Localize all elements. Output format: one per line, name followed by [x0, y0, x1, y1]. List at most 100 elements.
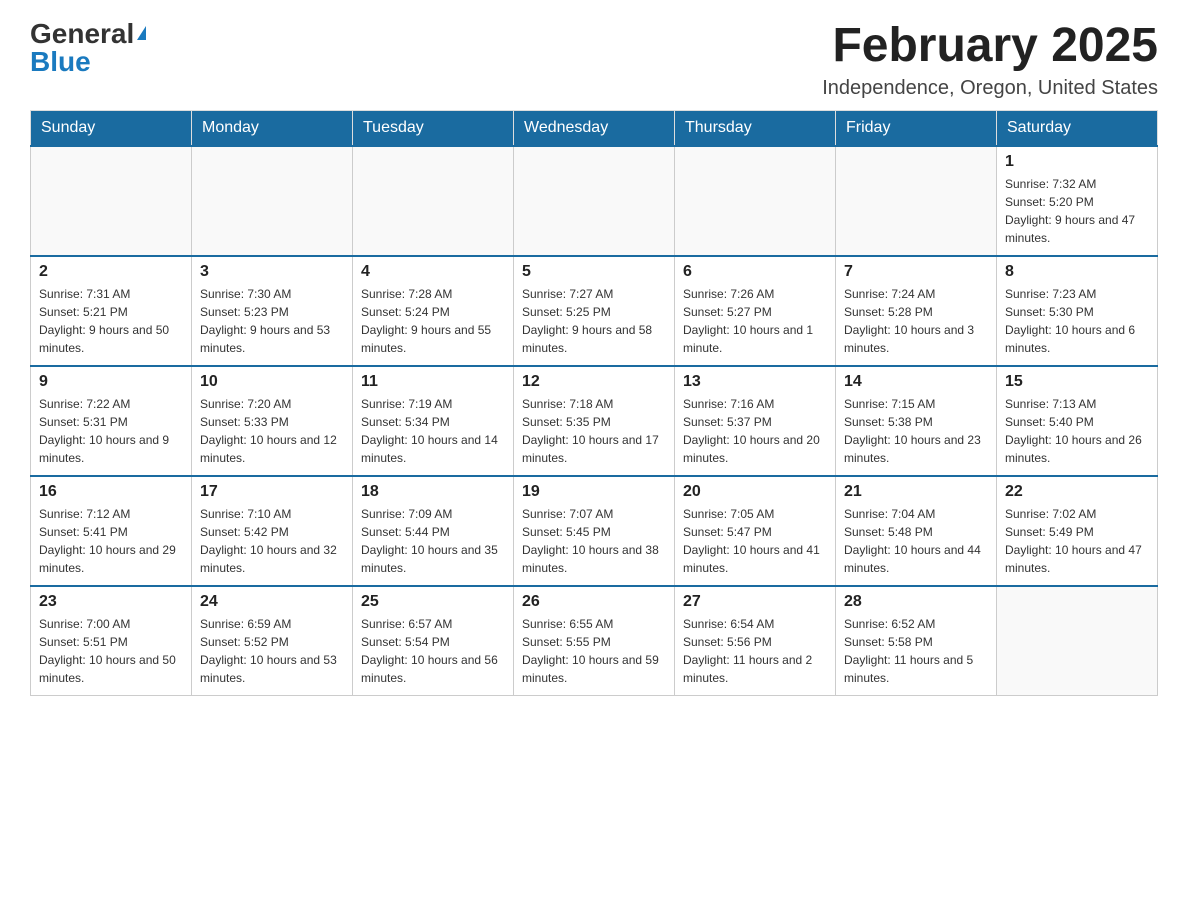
- day-number: 3: [200, 263, 344, 281]
- logo-blue: Blue: [30, 48, 91, 76]
- calendar-cell: 14 Sunrise: 7:15 AM Sunset: 5:38 PM Dayli…: [836, 366, 997, 476]
- day-info: Sunrise: 7:27 AM Sunset: 5:25 PM Dayligh…: [522, 285, 666, 357]
- title-section: February 2025 Independence, Oregon, Unit…: [822, 20, 1158, 100]
- calendar-cell: 24Sunrise: 6:59 AM Sunset: 5:52 PM Dayli…: [192, 586, 353, 696]
- day-number: 10: [200, 373, 344, 391]
- day-number: 22: [1005, 483, 1149, 501]
- day-number: 13: [683, 373, 827, 391]
- day-number: 27: [683, 593, 827, 611]
- calendar-cell: 4 Sunrise: 7:28 AM Sunset: 5:24 PM Daylig…: [353, 256, 514, 366]
- day-info: Sunrise: 7:28 AM Sunset: 5:24 PM Dayligh…: [361, 285, 505, 357]
- day-info: Sunrise: 7:24 AM Sunset: 5:28 PM Dayligh…: [844, 285, 988, 357]
- calendar-cell: 15 Sunrise: 7:13 AM Sunset: 5:40 PM Dayli…: [997, 366, 1158, 476]
- day-header-sunday: Sunday: [31, 110, 192, 146]
- day-number: 5: [522, 263, 666, 281]
- day-info: Sunrise: 7:07 AM Sunset: 5:45 PM Dayligh…: [522, 505, 666, 577]
- day-header-tuesday: Tuesday: [353, 110, 514, 146]
- calendar-cell: [836, 146, 997, 256]
- day-info: Sunrise: 7:09 AM Sunset: 5:44 PM Dayligh…: [361, 505, 505, 577]
- day-info: Sunrise: 6:59 AM Sunset: 5:52 PM Dayligh…: [200, 615, 344, 687]
- day-number: 12: [522, 373, 666, 391]
- day-info: Sunrise: 7:22 AM Sunset: 5:31 PM Dayligh…: [39, 395, 183, 467]
- calendar-cell: [192, 146, 353, 256]
- day-number: 21: [844, 483, 988, 501]
- calendar-cell: [997, 586, 1158, 696]
- logo-triangle-icon: [137, 26, 146, 40]
- day-number: 18: [361, 483, 505, 501]
- day-info: Sunrise: 6:55 AM Sunset: 5:55 PM Dayligh…: [522, 615, 666, 687]
- calendar-cell: 7 Sunrise: 7:24 AM Sunset: 5:28 PM Daylig…: [836, 256, 997, 366]
- calendar-cell: [353, 146, 514, 256]
- day-number: 16: [39, 483, 183, 501]
- day-info: Sunrise: 7:10 AM Sunset: 5:42 PM Dayligh…: [200, 505, 344, 577]
- day-info: Sunrise: 7:32 AM Sunset: 5:20 PM Dayligh…: [1005, 175, 1149, 247]
- day-info: Sunrise: 7:13 AM Sunset: 5:40 PM Dayligh…: [1005, 395, 1149, 467]
- calendar-cell: [675, 146, 836, 256]
- day-info: Sunrise: 7:12 AM Sunset: 5:41 PM Dayligh…: [39, 505, 183, 577]
- calendar-cell: 5 Sunrise: 7:27 AM Sunset: 5:25 PM Daylig…: [514, 256, 675, 366]
- calendar-cell: 8 Sunrise: 7:23 AM Sunset: 5:30 PM Daylig…: [997, 256, 1158, 366]
- day-info: Sunrise: 7:31 AM Sunset: 5:21 PM Dayligh…: [39, 285, 183, 357]
- day-number: 1: [1005, 153, 1149, 171]
- day-header-thursday: Thursday: [675, 110, 836, 146]
- calendar-cell: 26Sunrise: 6:55 AM Sunset: 5:55 PM Dayli…: [514, 586, 675, 696]
- day-number: 9: [39, 373, 183, 391]
- calendar-cell: 2 Sunrise: 7:31 AM Sunset: 5:21 PM Daylig…: [31, 256, 192, 366]
- calendar-cell: 18 Sunrise: 7:09 AM Sunset: 5:44 PM Dayli…: [353, 476, 514, 586]
- day-number: 6: [683, 263, 827, 281]
- calendar-cell: 25 Sunrise: 6:57 AM Sunset: 5:54 PM Dayli…: [353, 586, 514, 696]
- calendar-table: SundayMondayTuesdayWednesdayThursdayFrid…: [30, 110, 1158, 697]
- calendar-cell: 6 Sunrise: 7:26 AM Sunset: 5:27 PM Daylig…: [675, 256, 836, 366]
- day-header-monday: Monday: [192, 110, 353, 146]
- calendar-cell: 22 Sunrise: 7:02 AM Sunset: 5:49 PM Dayli…: [997, 476, 1158, 586]
- day-info: Sunrise: 7:23 AM Sunset: 5:30 PM Dayligh…: [1005, 285, 1149, 357]
- calendar-header-row: SundayMondayTuesdayWednesdayThursdayFrid…: [31, 110, 1158, 146]
- page-header: General Blue February 2025 Independence,…: [30, 20, 1158, 100]
- day-number: 28: [844, 593, 988, 611]
- day-number: 2: [39, 263, 183, 281]
- calendar-cell: 17 Sunrise: 7:10 AM Sunset: 5:42 PM Dayli…: [192, 476, 353, 586]
- day-number: 15: [1005, 373, 1149, 391]
- calendar-cell: 23 Sunrise: 7:00 AM Sunset: 5:51 PM Dayli…: [31, 586, 192, 696]
- day-number: 7: [844, 263, 988, 281]
- day-info: Sunrise: 7:18 AM Sunset: 5:35 PM Dayligh…: [522, 395, 666, 467]
- day-number: 23: [39, 593, 183, 611]
- calendar-cell: 10 Sunrise: 7:20 AM Sunset: 5:33 PM Dayli…: [192, 366, 353, 476]
- day-number: 17: [200, 483, 344, 501]
- day-header-friday: Friday: [836, 110, 997, 146]
- calendar-cell: 12 Sunrise: 7:18 AM Sunset: 5:35 PM Dayli…: [514, 366, 675, 476]
- calendar-cell: 28 Sunrise: 6:52 AM Sunset: 5:58 PM Dayli…: [836, 586, 997, 696]
- calendar-cell: 16 Sunrise: 7:12 AM Sunset: 5:41 PM Dayli…: [31, 476, 192, 586]
- day-info: Sunrise: 7:05 AM Sunset: 5:47 PM Dayligh…: [683, 505, 827, 577]
- calendar-cell: 27 Sunrise: 6:54 AM Sunset: 5:56 PM Dayli…: [675, 586, 836, 696]
- day-info: Sunrise: 6:52 AM Sunset: 5:58 PM Dayligh…: [844, 615, 988, 687]
- day-number: 11: [361, 373, 505, 391]
- day-info: Sunrise: 7:26 AM Sunset: 5:27 PM Dayligh…: [683, 285, 827, 357]
- day-number: 8: [1005, 263, 1149, 281]
- day-number: 20: [683, 483, 827, 501]
- week-row-1: 1 Sunrise: 7:32 AM Sunset: 5:20 PM Daylig…: [31, 146, 1158, 256]
- logo: General Blue: [30, 20, 146, 76]
- week-row-4: 16 Sunrise: 7:12 AM Sunset: 5:41 PM Dayli…: [31, 476, 1158, 586]
- week-row-2: 2 Sunrise: 7:31 AM Sunset: 5:21 PM Daylig…: [31, 256, 1158, 366]
- day-info: Sunrise: 7:02 AM Sunset: 5:49 PM Dayligh…: [1005, 505, 1149, 577]
- day-number: 19: [522, 483, 666, 501]
- calendar-cell: 13Sunrise: 7:16 AM Sunset: 5:37 PM Dayli…: [675, 366, 836, 476]
- day-info: Sunrise: 6:54 AM Sunset: 5:56 PM Dayligh…: [683, 615, 827, 687]
- day-header-saturday: Saturday: [997, 110, 1158, 146]
- calendar-cell: 1 Sunrise: 7:32 AM Sunset: 5:20 PM Daylig…: [997, 146, 1158, 256]
- calendar-cell: 20 Sunrise: 7:05 AM Sunset: 5:47 PM Dayli…: [675, 476, 836, 586]
- calendar-cell: 21Sunrise: 7:04 AM Sunset: 5:48 PM Dayli…: [836, 476, 997, 586]
- day-info: Sunrise: 6:57 AM Sunset: 5:54 PM Dayligh…: [361, 615, 505, 687]
- calendar-cell: [514, 146, 675, 256]
- day-info: Sunrise: 7:20 AM Sunset: 5:33 PM Dayligh…: [200, 395, 344, 467]
- day-number: 25: [361, 593, 505, 611]
- calendar-cell: 9 Sunrise: 7:22 AM Sunset: 5:31 PM Daylig…: [31, 366, 192, 476]
- day-info: Sunrise: 7:15 AM Sunset: 5:38 PM Dayligh…: [844, 395, 988, 467]
- day-number: 4: [361, 263, 505, 281]
- day-info: Sunrise: 7:00 AM Sunset: 5:51 PM Dayligh…: [39, 615, 183, 687]
- calendar-cell: 3 Sunrise: 7:30 AM Sunset: 5:23 PM Daylig…: [192, 256, 353, 366]
- day-number: 14: [844, 373, 988, 391]
- week-row-3: 9 Sunrise: 7:22 AM Sunset: 5:31 PM Daylig…: [31, 366, 1158, 476]
- day-info: Sunrise: 7:30 AM Sunset: 5:23 PM Dayligh…: [200, 285, 344, 357]
